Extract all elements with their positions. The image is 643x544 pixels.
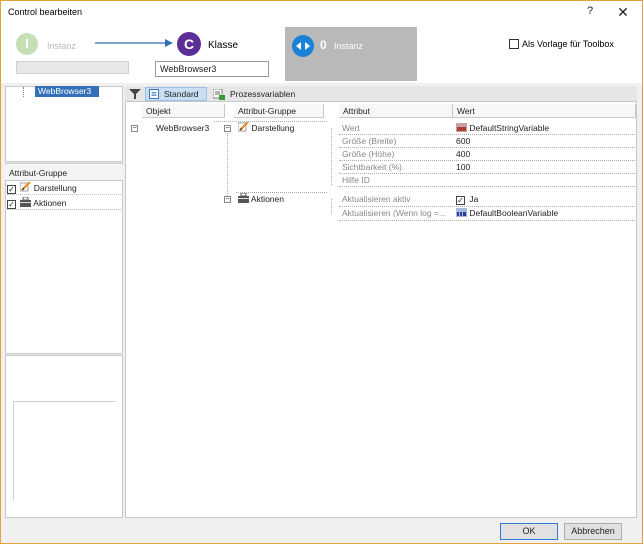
- group-checkbox[interactable]: ✓: [7, 200, 16, 209]
- row-divider: [339, 134, 635, 135]
- tree-connector: [23, 87, 24, 97]
- row-divider: [339, 160, 635, 161]
- row-divider: [339, 147, 635, 148]
- cancel-button[interactable]: Abbrechen: [564, 523, 622, 540]
- string-var-icon: [456, 123, 467, 132]
- tree-connector: [331, 199, 332, 214]
- pencil-icon: [237, 122, 249, 132]
- row-divider: [339, 220, 635, 221]
- tab-process-variables[interactable]: Prozessvariablen: [230, 89, 295, 99]
- window-title: Control bearbeiten: [8, 7, 83, 17]
- instance-name-input: [16, 61, 129, 74]
- preview-area: [13, 401, 116, 501]
- process-variables-icon[interactable]: [213, 89, 225, 100]
- template-label: Als Vorlage für Toolbox: [522, 39, 614, 49]
- collapse-toggle[interactable]: −: [131, 125, 138, 132]
- column-header-object[interactable]: Objekt: [142, 104, 225, 118]
- column-header-group[interactable]: Attribut-Gruppe: [234, 104, 324, 118]
- toolbox-icon: [238, 193, 249, 203]
- tree-connector: [331, 128, 332, 185]
- group-label: Aktionen: [33, 198, 67, 208]
- tree-connector: [227, 128, 228, 200]
- attribute-name: Aktualisieren (Wenn log =...: [342, 208, 447, 218]
- template-checkbox[interactable]: [509, 39, 519, 49]
- attribute-value[interactable]: DefaultBooleanVariable: [453, 207, 633, 220]
- grid-icon: [149, 89, 159, 99]
- group-label: Darstellung: [33, 183, 77, 193]
- row-divider: [339, 186, 635, 187]
- group-list-item[interactable]: ✓ Aktionen: [7, 196, 121, 210]
- group-name: Aktionen: [250, 194, 284, 204]
- group-checkbox[interactable]: ✓: [7, 185, 16, 194]
- class-icon[interactable]: C: [177, 32, 201, 56]
- class-name-input[interactable]: WebBrowser3: [155, 61, 269, 77]
- instances-count: 0: [320, 38, 327, 52]
- dialog-window: Control bearbeiten ? ✕ I Instanz C Klass…: [0, 0, 643, 544]
- close-button[interactable]: ✕: [613, 4, 633, 22]
- group-row-darstellung[interactable]: Darstellung: [235, 122, 325, 135]
- title-bar: [1, 1, 642, 25]
- value-checkbox[interactable]: ✓: [456, 196, 465, 205]
- group-list-header: Attribut-Gruppe: [5, 165, 123, 181]
- group-list-item[interactable]: ✓ Darstellung: [7, 181, 121, 195]
- column-header-attribute[interactable]: Attribut: [339, 104, 453, 118]
- instances-link-icon: [292, 35, 314, 57]
- filter-icon[interactable]: [129, 88, 141, 100]
- help-button[interactable]: ?: [581, 5, 599, 21]
- splitter[interactable]: [5, 161, 123, 164]
- arrow-right-icon: [95, 39, 173, 47]
- row-divider: [339, 206, 635, 207]
- collapse-toggle[interactable]: −: [224, 125, 231, 132]
- instance-icon[interactable]: I: [16, 33, 38, 55]
- attribute-name: Aktualisieren aktiv: [342, 194, 411, 204]
- group-name: Darstellung: [251, 123, 295, 133]
- instances-label: Instanz: [334, 41, 364, 51]
- toolbox-icon: [20, 196, 32, 207]
- splitter[interactable]: [5, 353, 123, 356]
- attribute-value[interactable]: ✓ Ja: [453, 193, 633, 206]
- class-label: Klasse: [208, 40, 239, 51]
- collapse-toggle[interactable]: −: [224, 196, 231, 203]
- row-divider: [339, 173, 635, 174]
- group-row-aktionen[interactable]: Aktionen: [235, 193, 325, 206]
- object-name[interactable]: WebBrowser3: [153, 122, 223, 135]
- ok-button[interactable]: OK: [500, 523, 558, 540]
- column-header-value[interactable]: Wert: [453, 104, 636, 118]
- tree-item-webbrowser[interactable]: WebBrowser3: [35, 86, 99, 97]
- instance-label: Instanz: [47, 41, 77, 51]
- pencil-icon: [20, 181, 32, 192]
- bool-var-icon: [456, 208, 467, 217]
